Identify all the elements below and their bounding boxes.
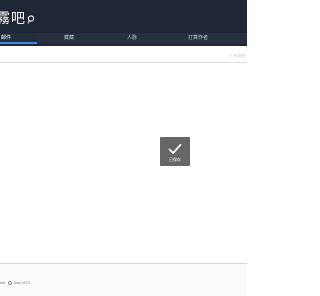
saved-toast: 已保存 — [160, 137, 190, 166]
logo-text: 霧吧 — [0, 11, 26, 27]
tab-contacts[interactable]: 人脉 — [127, 33, 137, 44]
tab-contacts-label: 人脉 — [127, 35, 138, 41]
active-tab-indicator — [0, 42, 37, 44]
footer-left-text: idd — [0, 280, 6, 285]
tab-authors[interactable]: 打算作者 — [188, 33, 208, 44]
radio-option-icon[interactable] — [8, 280, 13, 285]
footer-row: idd Asro dTG — [0, 280, 30, 285]
footer-bar: idd Asro dTG — [0, 264, 247, 296]
pin-icon — [27, 11, 35, 29]
tab-authors-label: 打算作者 — [188, 35, 209, 41]
content-divider-top — [0, 62, 247, 63]
top-header: 霧吧 — [0, 0, 247, 33]
tab-collection-label: 藏藏 — [64, 35, 75, 41]
toast-message: 已保存 — [169, 157, 181, 162]
footer-option-label[interactable]: Asro dTG — [13, 280, 30, 285]
top-right-link[interactable]: 三方动态 — [229, 53, 245, 59]
site-logo[interactable]: 霧吧 — [0, 8, 35, 30]
main-tab-bar: 邮件 藏藏 人脉 打算作者 — [0, 33, 247, 46]
tab-collection[interactable]: 藏藏 — [64, 33, 74, 44]
